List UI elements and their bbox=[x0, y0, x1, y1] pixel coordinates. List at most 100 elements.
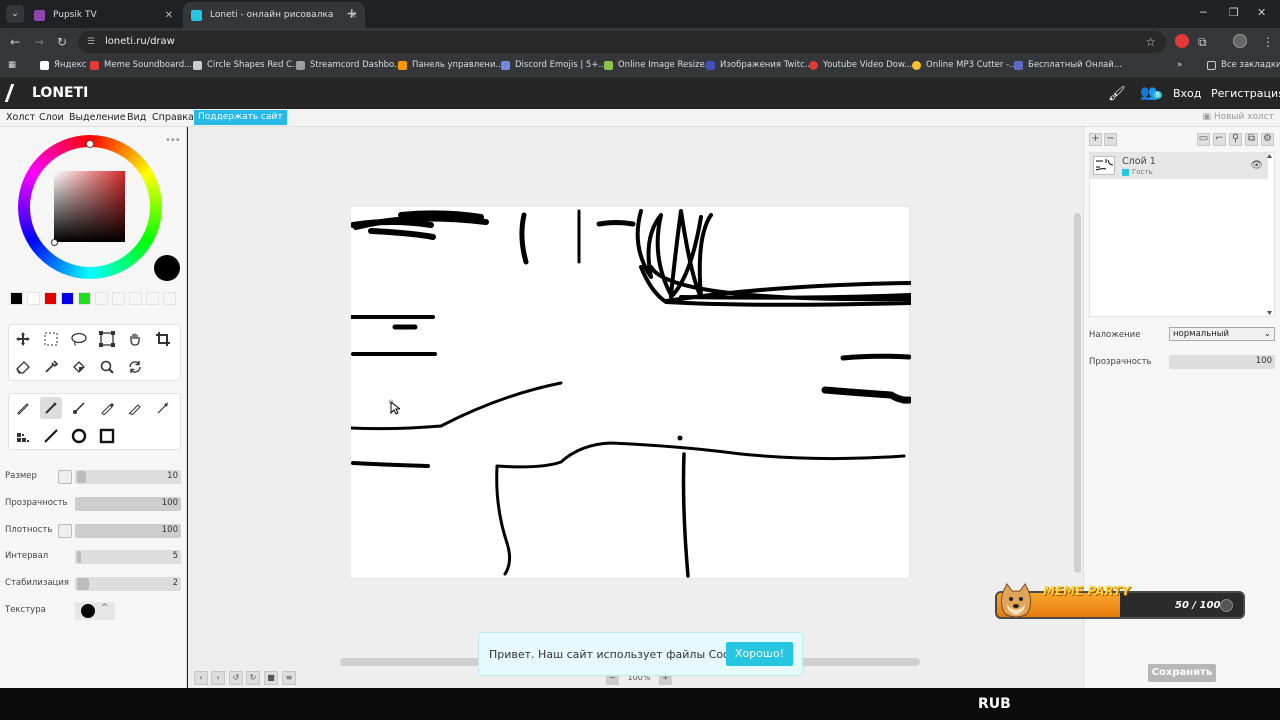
palette-swatch[interactable] bbox=[112, 292, 125, 305]
bookmark-star-icon[interactable]: ☆ bbox=[1145, 31, 1156, 53]
palette-swatch[interactable] bbox=[61, 292, 74, 305]
stabilization-slider[interactable]: 2 bbox=[75, 577, 181, 591]
palette-swatch[interactable] bbox=[44, 292, 57, 305]
menu-layers[interactable]: Слои bbox=[39, 112, 64, 123]
rotate-right-icon[interactable]: ↻ bbox=[246, 671, 260, 685]
register-link[interactable]: Регистрация bbox=[1211, 87, 1280, 100]
crop-tool-icon[interactable] bbox=[152, 328, 174, 350]
palette-swatch[interactable] bbox=[10, 292, 23, 305]
interval-slider[interactable]: 5 bbox=[75, 550, 181, 564]
add-layer-button[interactable]: + bbox=[1089, 133, 1102, 146]
new-canvas-button[interactable]: ▣ Новый холст bbox=[1202, 112, 1274, 122]
all-bookmarks[interactable]: Все закладки bbox=[1207, 60, 1280, 70]
layer-opacity-slider[interactable]: 100 bbox=[1169, 355, 1275, 369]
slider-handle[interactable] bbox=[77, 551, 81, 563]
move-tool-icon[interactable] bbox=[12, 328, 34, 350]
minimize-icon[interactable]: ─ bbox=[1200, 6, 1207, 19]
density-pressure-checkbox[interactable] bbox=[58, 524, 72, 538]
brush-icon[interactable]: 🖌 bbox=[1108, 86, 1126, 102]
lock-layer-icon[interactable]: ▭ bbox=[1197, 133, 1210, 146]
palette-swatch[interactable] bbox=[146, 292, 159, 305]
pen-tool-icon[interactable] bbox=[96, 397, 118, 419]
bookmark-item[interactable]: Online MP3 Cutter -... bbox=[912, 60, 1017, 70]
bookmark-item[interactable]: Панель управлени... bbox=[398, 60, 504, 70]
menu-help[interactable]: Справка bbox=[152, 112, 194, 123]
brush-tool-icon[interactable] bbox=[40, 397, 62, 419]
forward-icon[interactable]: → bbox=[34, 35, 44, 49]
palette-swatch[interactable] bbox=[27, 292, 40, 305]
bookmark-item[interactable]: Бесплатный Онлай... bbox=[1014, 60, 1122, 70]
rotate-tool-icon[interactable] bbox=[124, 356, 146, 378]
menu-canvas[interactable]: Холст bbox=[6, 112, 35, 123]
layer-item[interactable]: Слой 1 Гость 👁 bbox=[1090, 153, 1268, 179]
bookmark-item[interactable]: Meme Soundboard... bbox=[90, 60, 192, 70]
bookmark-item[interactable]: Изображения Twitc... bbox=[706, 60, 813, 70]
apps-grid-icon[interactable]: ▦ bbox=[8, 60, 16, 70]
eye-icon[interactable]: 👁 bbox=[1250, 160, 1263, 171]
online-users-icon[interactable]: 👥8 bbox=[1140, 85, 1162, 101]
extensions-puzzle-icon[interactable]: ⧉ bbox=[1198, 35, 1207, 50]
prev-icon[interactable]: ‹ bbox=[194, 671, 208, 685]
rotate-left-icon[interactable]: ↺ bbox=[229, 671, 243, 685]
palette-swatch[interactable] bbox=[95, 292, 108, 305]
remove-layer-button[interactable]: − bbox=[1104, 133, 1117, 146]
menu-view[interactable]: Вид bbox=[127, 112, 146, 123]
back-icon[interactable]: ← bbox=[10, 35, 20, 49]
login-link[interactable]: Вход bbox=[1173, 87, 1201, 100]
sv-marker[interactable] bbox=[51, 239, 58, 246]
rect-select-tool-icon[interactable] bbox=[40, 328, 62, 350]
layer-settings-icon[interactable]: ⚙ bbox=[1261, 133, 1274, 146]
next-icon[interactable]: › bbox=[211, 671, 225, 685]
airbrush-tool-icon[interactable] bbox=[152, 397, 174, 419]
marker-tool-icon[interactable] bbox=[124, 397, 146, 419]
meme-party-widget[interactable]: MEME PARTY 50 / 100 bbox=[993, 582, 1247, 622]
url-input[interactable]: ☰ loneti.ru/draw ☆ bbox=[78, 31, 1166, 53]
tab-search-button[interactable]: ⌄ bbox=[6, 5, 24, 23]
ellipse-tool-icon[interactable] bbox=[68, 425, 90, 447]
new-tab-button[interactable]: + bbox=[346, 6, 358, 22]
round-brush-tool-icon[interactable] bbox=[68, 397, 90, 419]
reload-icon[interactable]: ↻ bbox=[57, 35, 67, 49]
profile-avatar[interactable] bbox=[1233, 34, 1247, 48]
eyedropper-tool-icon[interactable] bbox=[40, 356, 62, 378]
layers-scrollbar[interactable] bbox=[1266, 153, 1273, 316]
tab-loneti[interactable]: Loneti - онлайн рисовалка ✕ bbox=[183, 2, 365, 28]
site-info-icon[interactable]: ☰ bbox=[87, 31, 95, 53]
palette-swatch[interactable] bbox=[163, 292, 176, 305]
cookie-accept-button[interactable]: Хорошо! bbox=[726, 642, 793, 666]
pencil-tool-icon[interactable] bbox=[12, 397, 34, 419]
hand-tool-icon[interactable] bbox=[124, 328, 146, 350]
menu-selection[interactable]: Выделение bbox=[69, 112, 126, 123]
fit-view-icon[interactable]: ≡ bbox=[282, 671, 296, 685]
merge-layer-icon[interactable]: ⌐ bbox=[1213, 133, 1226, 146]
bookmark-item[interactable]: Circle Shapes Red C... bbox=[193, 60, 300, 70]
current-color-swatch[interactable] bbox=[154, 255, 180, 281]
eraser-tool-icon[interactable] bbox=[12, 356, 34, 378]
bookmark-item[interactable]: Youtube Video Dow... bbox=[809, 60, 912, 70]
size-pressure-checkbox[interactable] bbox=[58, 470, 72, 484]
density-slider[interactable]: 100 bbox=[75, 524, 181, 538]
texture-picker[interactable]: ^ bbox=[75, 602, 115, 620]
bookmark-item[interactable]: Яндекс bbox=[40, 60, 86, 70]
support-site-button[interactable]: Поддержать сайт bbox=[194, 110, 287, 125]
blend-mode-select[interactable]: нормальный ⌄ bbox=[1169, 327, 1275, 341]
more-dots-icon[interactable]: ••• bbox=[165, 135, 181, 146]
slider-handle[interactable] bbox=[77, 471, 86, 483]
opacity-slider[interactable]: 100 bbox=[75, 497, 181, 511]
zoom-tool-icon[interactable] bbox=[96, 356, 118, 378]
tab-pupsik-tv[interactable]: Pupsik TV ✕ bbox=[26, 2, 181, 28]
vertical-scrollbar[interactable] bbox=[1074, 213, 1081, 573]
bookmark-item[interactable]: Discord Emojis | 5+... bbox=[501, 60, 607, 70]
transform-tool-icon[interactable] bbox=[96, 328, 118, 350]
maximize-icon[interactable]: ❐ bbox=[1229, 6, 1239, 19]
bookmarks-overflow-icon[interactable]: » bbox=[1177, 60, 1182, 70]
layer-filter-icon[interactable]: ⚲ bbox=[1229, 133, 1242, 146]
size-slider[interactable]: 10 bbox=[75, 470, 181, 484]
hue-marker[interactable] bbox=[86, 140, 94, 148]
loneti-logo[interactable]: LONETI bbox=[4, 84, 88, 102]
bookmark-item[interactable]: Online Image Resize... bbox=[604, 60, 713, 70]
lasso-tool-icon[interactable] bbox=[68, 328, 90, 350]
window-close-icon[interactable]: ✕ bbox=[1257, 6, 1266, 19]
rectangle-tool-icon[interactable] bbox=[96, 425, 118, 447]
reset-view-icon[interactable]: ■ bbox=[264, 671, 278, 685]
